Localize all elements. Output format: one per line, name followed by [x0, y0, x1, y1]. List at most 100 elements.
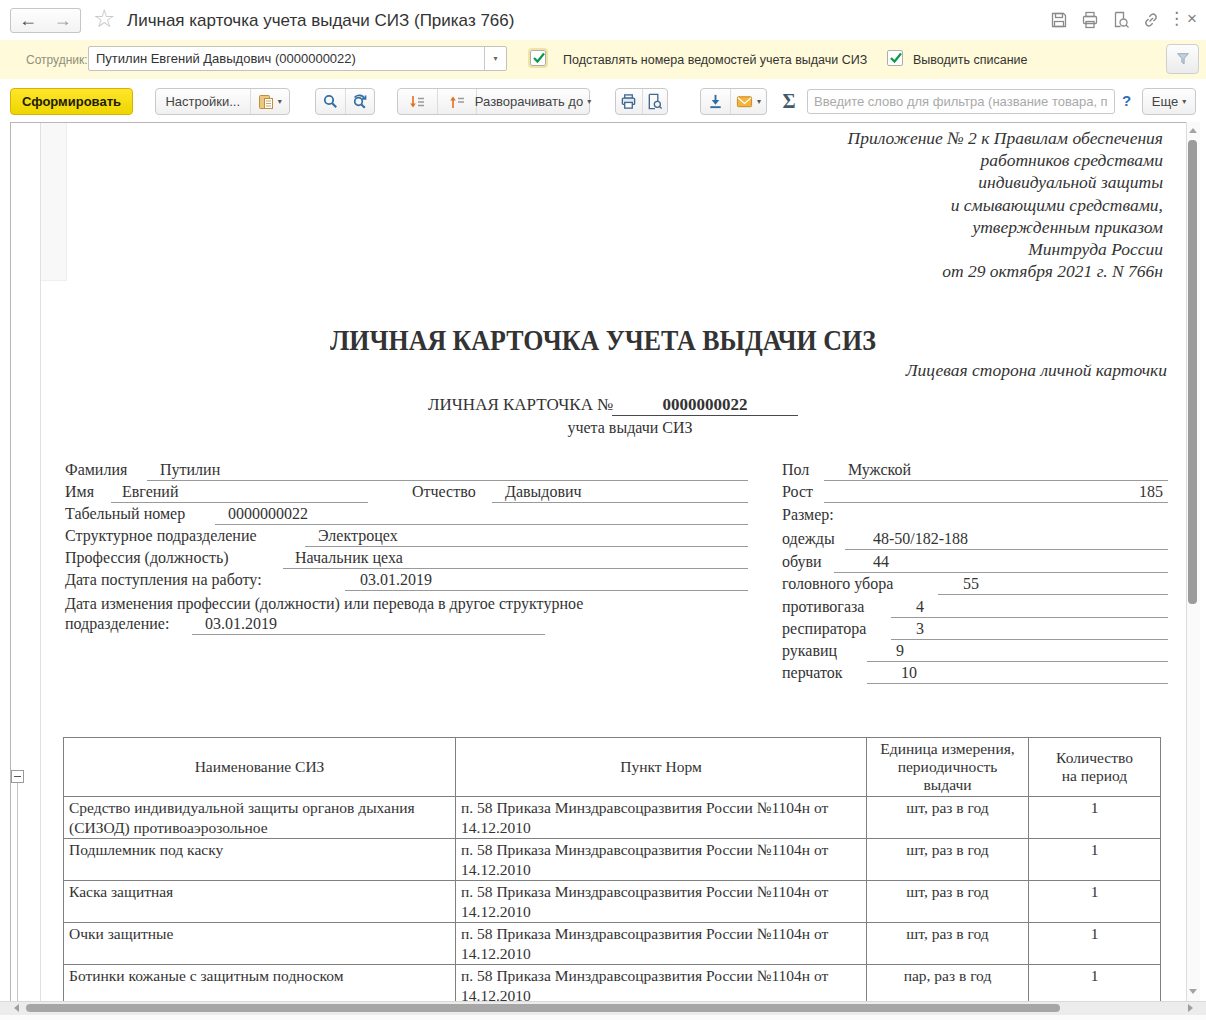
cell-name[interactable]: Средство индивидуальной защиты органов д… — [64, 797, 456, 839]
header-unit[interactable]: Единица измерения, периодичность выдачи — [867, 738, 1029, 797]
printer-icon — [620, 93, 637, 110]
field-mittens-value: 9 — [896, 641, 904, 661]
table-row: Каска защитная п. 58 Приказа Минздравсоц… — [64, 881, 1161, 923]
generate-button[interactable]: Сформировать — [10, 88, 133, 115]
group-collapse-button[interactable] — [11, 770, 24, 783]
send-email-button[interactable]: ▾ — [730, 89, 766, 114]
sum-button[interactable]: Σ — [777, 90, 801, 113]
preview-icon[interactable] — [1112, 11, 1130, 29]
cell-name[interactable]: Очки защитные — [64, 923, 456, 965]
cell-norm[interactable]: п. 58 Приказа Минздравсоцразвития России… — [456, 881, 867, 923]
chevron-down-icon: ▾ — [1182, 97, 1186, 106]
search-button[interactable] — [316, 89, 345, 114]
search-next-button[interactable] — [345, 89, 374, 114]
link-icon[interactable] — [1142, 11, 1160, 29]
expand-rows-icon — [408, 93, 426, 111]
chevron-down-icon: ▾ — [587, 97, 591, 106]
appendix-line: Минтруда России — [848, 238, 1163, 260]
expand-to-button[interactable]: Разворачивать до ▾ — [476, 89, 589, 114]
filter-button[interactable] — [1166, 44, 1199, 74]
cell-unit[interactable]: шт, раз в год — [867, 839, 1029, 881]
table-header-row: Наименование СИЗ Пункт Норм Единица изме… — [64, 738, 1161, 797]
employee-combo[interactable]: ▾ — [88, 46, 507, 71]
help-icon[interactable]: ? — [1122, 92, 1131, 109]
employee-dropdown-button[interactable]: ▾ — [484, 47, 506, 70]
checkbox-writeoff[interactable] — [887, 50, 903, 66]
vertical-scroll-thumb[interactable] — [1188, 140, 1197, 604]
appendix-line: от 29 октября 2021 г. N 766н — [848, 260, 1163, 282]
cell-unit[interactable]: шт, раз в год — [867, 797, 1029, 839]
search-next-icon — [351, 93, 368, 110]
appendix-line: работников средствами — [848, 149, 1163, 171]
header-name[interactable]: Наименование СИЗ — [64, 738, 456, 797]
table-row: Средство индивидуальной защиты органов д… — [64, 797, 1161, 839]
field-personnel-label: Табельный номер — [65, 504, 185, 524]
print-preview-button[interactable] — [642, 89, 667, 114]
more-menu-icon[interactable]: ⋮ — [1168, 8, 1185, 30]
appendix-line: и смывающими средствами, — [848, 194, 1163, 216]
field-gloves-label: перчаток — [782, 663, 843, 683]
save-icon[interactable] — [1050, 11, 1068, 29]
favorite-star-icon[interactable]: ☆ — [93, 4, 115, 33]
window-title: Личная карточка учета выдачи СИЗ (Приказ… — [127, 11, 514, 31]
cell-qty[interactable]: 1 — [1029, 797, 1161, 839]
employee-bar: Сотрудник: ▾ Подставлять номера ведомост… — [0, 40, 1206, 79]
cell-norm[interactable]: п. 58 Приказа Минздравсоцразвития России… — [456, 797, 867, 839]
print-button[interactable] — [616, 89, 642, 114]
cell-name[interactable]: Подшлемник под каску — [64, 839, 456, 881]
field-height-value: 185 — [1100, 482, 1163, 502]
collapse-rows-button[interactable] — [437, 89, 476, 114]
print-icon[interactable] — [1081, 11, 1099, 29]
more-label: Еще — [1152, 94, 1178, 109]
copy-settings-button[interactable]: ▾ — [250, 89, 289, 114]
field-personnel-value: 0000000022 — [228, 504, 308, 524]
field-position-value: Начальник цеха — [295, 548, 403, 568]
save-file-button[interactable] — [701, 89, 730, 114]
appendix-line: Приложение № 2 к Правилам обеспечения — [848, 127, 1163, 149]
field-division-value: Электроцех — [318, 526, 398, 546]
report-window: ← → ☆ Личная карточка учета выдачи СИЗ (… — [0, 0, 1206, 1020]
collapse-rows-icon — [448, 93, 466, 111]
card-number-underline — [612, 415, 798, 416]
table-row: Подшлемник под каску п. 58 Приказа Минзд… — [64, 839, 1161, 881]
field-lastname-value: Путилин — [160, 460, 220, 480]
field-middlename-value: Давыдович — [505, 482, 582, 502]
field-division-label: Структурное подразделение — [65, 526, 257, 546]
employee-input[interactable] — [89, 47, 488, 70]
back-button[interactable]: ← — [10, 8, 46, 33]
close-icon[interactable]: × — [1187, 8, 1197, 30]
scroll-down-arrow[interactable] — [1189, 989, 1197, 994]
scroll-up-arrow[interactable] — [1189, 128, 1197, 133]
field-position-label: Профессия (должность) — [65, 548, 229, 568]
cell-name[interactable]: Каска защитная — [64, 881, 456, 923]
field-shoes-label: обуви — [782, 552, 822, 572]
header-norm[interactable]: Пункт Норм — [456, 738, 867, 797]
scroll-left-arrow[interactable] — [14, 1004, 19, 1012]
checkbox-substitute[interactable] — [530, 50, 546, 66]
chevron-down-icon: ▾ — [757, 97, 761, 106]
scroll-right-arrow[interactable] — [1188, 1004, 1193, 1012]
chevron-down-icon: ▾ — [278, 97, 282, 106]
header-qty[interactable]: Количество на период — [1029, 738, 1161, 797]
cell-norm[interactable]: п. 58 Приказа Минздравсоцразвития России… — [456, 923, 867, 965]
filter-input[interactable] — [807, 89, 1115, 114]
copy-settings-icon — [258, 94, 274, 110]
cell-unit[interactable]: шт, раз в год — [867, 923, 1029, 965]
print-preview-icon — [646, 93, 663, 110]
more-button[interactable]: Еще ▾ — [1142, 88, 1196, 115]
field-size-label: Размер: — [782, 505, 834, 525]
horizontal-scroll-thumb[interactable] — [26, 1004, 1060, 1012]
card-number-label: ЛИЧНАЯ КАРТОЧКА № — [428, 395, 613, 415]
cell-norm[interactable]: п. 58 Приказа Минздравсоцразвития России… — [456, 839, 867, 881]
siz-table: Наименование СИЗ Пункт Норм Единица изме… — [63, 737, 1161, 1007]
cell-unit[interactable]: шт, раз в год — [867, 881, 1029, 923]
settings-button[interactable]: Настройки... — [156, 89, 250, 114]
document-subtitle: Лицевая сторона личной карточки — [906, 360, 1167, 381]
expand-rows-button[interactable] — [398, 89, 437, 114]
cell-qty[interactable]: 1 — [1029, 923, 1161, 965]
field-height-label: Рост — [782, 482, 813, 502]
forward-button[interactable]: → — [45, 8, 81, 33]
cell-qty[interactable]: 1 — [1029, 881, 1161, 923]
toolbar: Сформировать Настройки... ▾ — [0, 79, 1206, 122]
cell-qty[interactable]: 1 — [1029, 839, 1161, 881]
